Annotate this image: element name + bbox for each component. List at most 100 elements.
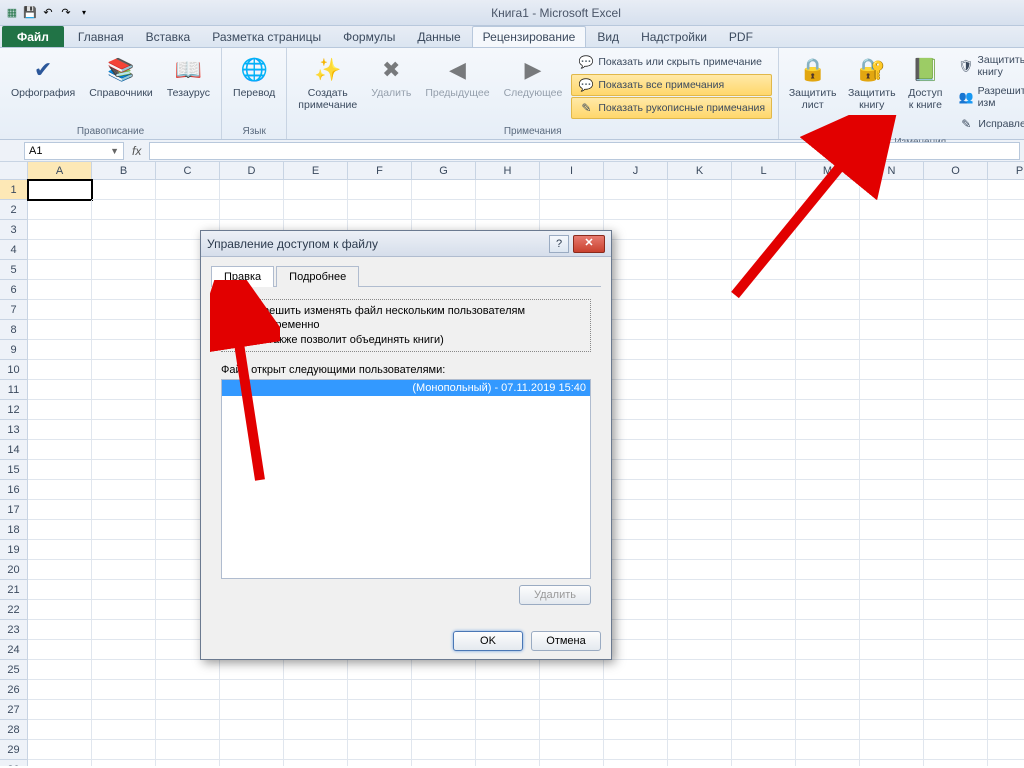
row-header-10[interactable]: 10 [0, 360, 28, 380]
cell[interactable] [860, 280, 924, 300]
cell[interactable] [540, 720, 604, 740]
cell[interactable] [604, 700, 668, 720]
cell[interactable] [28, 280, 92, 300]
cell[interactable] [988, 200, 1024, 220]
cell[interactable] [924, 260, 988, 280]
cell[interactable] [156, 680, 220, 700]
cell[interactable] [732, 500, 796, 520]
cell[interactable] [988, 600, 1024, 620]
cell[interactable] [92, 720, 156, 740]
cell[interactable] [988, 580, 1024, 600]
cell[interactable] [476, 180, 540, 200]
cell[interactable] [860, 600, 924, 620]
col-header-J[interactable]: J [604, 162, 668, 180]
cell[interactable] [28, 240, 92, 260]
cell[interactable] [732, 220, 796, 240]
col-header-L[interactable]: L [732, 162, 796, 180]
cell[interactable] [476, 700, 540, 720]
row-header-30[interactable]: 30 [0, 760, 28, 766]
row-header-6[interactable]: 6 [0, 280, 28, 300]
cell[interactable] [732, 380, 796, 400]
cell[interactable] [988, 760, 1024, 766]
cell[interactable] [604, 240, 668, 260]
cell[interactable] [796, 360, 860, 380]
cell[interactable] [28, 620, 92, 640]
cell[interactable] [860, 740, 924, 760]
cell[interactable] [412, 680, 476, 700]
cell[interactable] [924, 400, 988, 420]
cell[interactable] [604, 600, 668, 620]
allow-ranges-button[interactable]: 👥 Разрешить изм [951, 82, 1024, 112]
select-all-corner[interactable] [0, 162, 28, 180]
protect-share-button[interactable]: 🛡 Защитить книгу [951, 51, 1024, 81]
cell[interactable] [924, 520, 988, 540]
cell[interactable] [92, 260, 156, 280]
row-header-9[interactable]: 9 [0, 340, 28, 360]
tab-file[interactable]: Файл [2, 26, 64, 47]
row-header-29[interactable]: 29 [0, 740, 28, 760]
cell[interactable] [540, 700, 604, 720]
cell[interactable] [796, 620, 860, 640]
row-header-14[interactable]: 14 [0, 440, 28, 460]
new-comment-button[interactable]: ✨ Создать примечание [293, 51, 362, 114]
cell[interactable] [156, 760, 220, 766]
cell[interactable] [924, 360, 988, 380]
cell[interactable] [28, 660, 92, 680]
cell[interactable] [220, 200, 284, 220]
cell[interactable] [988, 700, 1024, 720]
row-header-27[interactable]: 27 [0, 700, 28, 720]
cell[interactable] [348, 740, 412, 760]
row-header-15[interactable]: 15 [0, 460, 28, 480]
cell[interactable] [796, 640, 860, 660]
cell[interactable] [220, 760, 284, 766]
cell[interactable] [92, 620, 156, 640]
row-header-3[interactable]: 3 [0, 220, 28, 240]
cell[interactable] [860, 640, 924, 660]
cell[interactable] [604, 660, 668, 680]
cell[interactable] [348, 680, 412, 700]
cell[interactable] [860, 240, 924, 260]
col-header-N[interactable]: N [860, 162, 924, 180]
users-list[interactable]: (Монопольный) - 07.11.2019 15:40 [221, 379, 591, 579]
cancel-button[interactable]: Отмена [531, 631, 601, 651]
col-header-A[interactable]: A [28, 162, 92, 180]
cell[interactable] [604, 200, 668, 220]
cell[interactable] [796, 380, 860, 400]
cell[interactable] [92, 220, 156, 240]
cell[interactable] [604, 380, 668, 400]
cell[interactable] [924, 760, 988, 766]
cell[interactable] [28, 540, 92, 560]
cell[interactable] [860, 440, 924, 460]
cell[interactable] [92, 300, 156, 320]
cell[interactable] [28, 440, 92, 460]
cell[interactable] [540, 200, 604, 220]
cell[interactable] [924, 220, 988, 240]
row-header-4[interactable]: 4 [0, 240, 28, 260]
cell[interactable] [156, 740, 220, 760]
cell[interactable] [668, 220, 732, 240]
prev-comment-button[interactable]: ◀ Предыдущее [420, 51, 494, 103]
next-comment-button[interactable]: ▶ Следующее [499, 51, 568, 103]
cell[interactable] [988, 680, 1024, 700]
row-header-21[interactable]: 21 [0, 580, 28, 600]
cell[interactable] [28, 500, 92, 520]
cell[interactable] [92, 760, 156, 766]
row-header-8[interactable]: 8 [0, 320, 28, 340]
cell[interactable] [604, 520, 668, 540]
cell[interactable] [924, 420, 988, 440]
cell[interactable] [860, 580, 924, 600]
delete-user-button[interactable]: Удалить [519, 585, 591, 605]
cell[interactable] [860, 260, 924, 280]
cell[interactable] [732, 320, 796, 340]
cell[interactable] [732, 700, 796, 720]
row-header-22[interactable]: 22 [0, 600, 28, 620]
cell[interactable] [924, 580, 988, 600]
row-header-1[interactable]: 1 [0, 180, 28, 200]
cell[interactable] [604, 480, 668, 500]
cell[interactable] [28, 600, 92, 620]
cell[interactable] [988, 340, 1024, 360]
cell[interactable] [732, 640, 796, 660]
cell[interactable] [412, 180, 476, 200]
cell[interactable] [732, 240, 796, 260]
tab-home[interactable]: Главная [67, 26, 135, 47]
